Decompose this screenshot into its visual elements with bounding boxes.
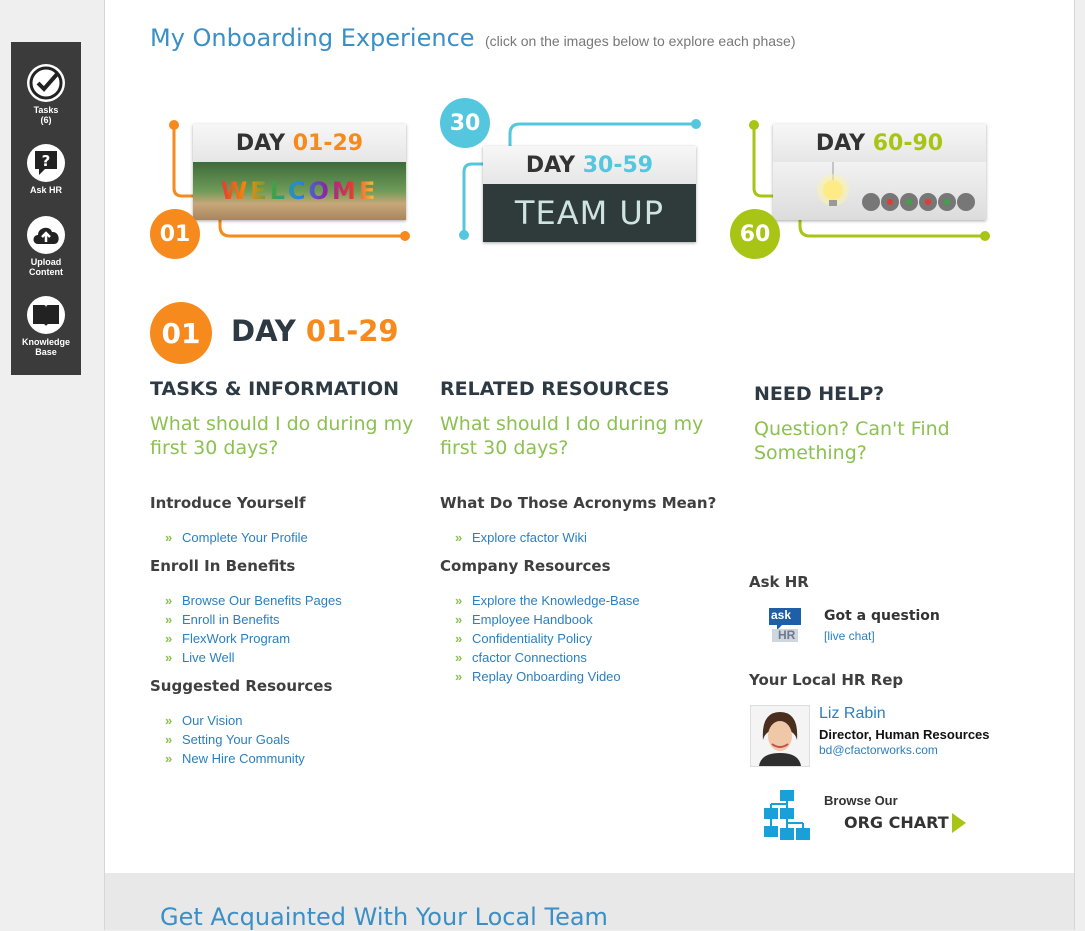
current-phase-number-circle: 01: [150, 302, 212, 364]
welcome-cups-image: WELCOME: [193, 162, 406, 220]
link-list: » Explore cfactor Wiki: [455, 528, 587, 547]
hr-rep-name[interactable]: Liz Rabin: [819, 705, 886, 723]
avatar: [750, 705, 810, 767]
image-caption-welcome: WELCOME: [220, 177, 379, 205]
link-our-vision[interactable]: » Our Vision: [165, 711, 305, 730]
day-label: DAY: [231, 314, 296, 348]
svg-text:?: ?: [42, 152, 51, 170]
org-chart-icon[interactable]: [764, 790, 810, 842]
image-caption-team-up: TEAM UP: [514, 194, 665, 232]
lightbulb-cradle-image: [773, 162, 986, 220]
sidebar-item-label-line2: Base: [35, 347, 57, 357]
current-phase-title: DAY 01-29: [231, 314, 399, 348]
help-question: Question? Can't Find Something?: [754, 418, 950, 464]
ask-hr-title: Ask HR: [749, 573, 809, 591]
phase-number-circle: 60: [730, 209, 780, 259]
bottom-section-heading: Get Acquainted With Your Local Team: [160, 903, 608, 931]
section-title-suggested-resources: Suggested Resources: [150, 677, 333, 695]
link-confidentiality-policy[interactable]: » Confidentiality Policy: [455, 629, 640, 648]
phase-number-circle: 01: [150, 209, 200, 259]
browse-our-label: Browse Our: [824, 793, 898, 808]
hr-rep-email[interactable]: bd@cfactorworks.com: [819, 743, 938, 757]
live-chat-link[interactable]: [live chat]: [824, 629, 875, 643]
team-up-chalkboard-image: TEAM UP: [483, 184, 696, 242]
ask-hr-question-icon: ?: [27, 144, 65, 182]
link-browse-benefits[interactable]: » Browse Our Benefits Pages: [165, 591, 342, 610]
sidebar-item-knowledge-base[interactable]: Knowledge Base: [11, 296, 81, 357]
sidebar-item-label-line1: Upload: [30, 257, 62, 267]
link-enroll-benefits[interactable]: » Enroll in Benefits: [165, 610, 342, 629]
tasks-question: What should I do during my first 30 days…: [150, 413, 414, 459]
day-range: 01-29: [305, 314, 399, 348]
sidebar-item-label: Ask HR: [29, 185, 62, 195]
hr-logo-text: HR: [778, 628, 796, 642]
link-list: » Complete Your Profile: [165, 528, 308, 547]
org-chart-link[interactable]: ORG CHART: [844, 813, 949, 832]
page-subtitle: (click on the images below to explore ea…: [484, 33, 796, 49]
help-heading: NEED HELP?: [754, 383, 885, 405]
cloud-upload-icon: [27, 216, 65, 254]
phase-thumbnail[interactable]: DAY 30-59 TEAM UP: [483, 146, 696, 242]
sidebar-item-label-line1: Knowledge: [21, 337, 70, 347]
page-title-text: My Onboarding Experience: [150, 24, 475, 52]
phase-day-title: DAY 30-59: [483, 146, 696, 184]
link-new-hire-community[interactable]: » New Hire Community: [165, 749, 305, 768]
day-label: DAY: [525, 153, 576, 178]
link-live-well[interactable]: » Live Well: [165, 648, 342, 667]
phase-card-day-30-59[interactable]: 30 DAY 30-59 TEAM UP: [440, 98, 705, 248]
sidebar-item-label: Tasks: [33, 105, 59, 115]
day-range: 01-29: [292, 131, 364, 156]
resources-heading: RELATED RESOURCES: [440, 378, 670, 400]
section-title-acronyms: What Do Those Acronyms Mean?: [440, 494, 717, 512]
got-a-question-label: Got a question: [824, 608, 940, 624]
link-list: » Our Vision » Setting Your Goals » New Hir…: [165, 711, 305, 768]
left-sidebar: Tasks (6) ? Ask HR Upload Content Knowle…: [11, 42, 81, 375]
tasks-count-badge: (6): [40, 115, 52, 125]
hr-rep-role: Director, Human Resources: [819, 727, 990, 742]
link-flexwork-program[interactable]: » FlexWork Program: [165, 629, 342, 648]
phase-thumbnail[interactable]: DAY 60-90: [773, 124, 986, 220]
sidebar-item-upload-content[interactable]: Upload Content: [11, 216, 81, 277]
phase-thumbnail[interactable]: DAY 01-29 WELCOME: [193, 124, 406, 220]
sidebar-item-ask-hr[interactable]: ? Ask HR: [11, 144, 81, 195]
phase-day-title: DAY 60-90: [773, 124, 986, 162]
link-replay-onboarding-video[interactable]: » Replay Onboarding Video: [455, 667, 640, 686]
day-label: DAY: [235, 131, 286, 156]
ask-logo-text: ask: [771, 608, 792, 622]
phase-card-day-60-90[interactable]: DAY 60-90 60: [730, 118, 995, 263]
tasks-check-icon: [27, 64, 65, 102]
link-employee-handbook[interactable]: » Employee Handbook: [455, 610, 640, 629]
ask-hr-logo-icon[interactable]: ask HR: [768, 607, 802, 643]
lightbulb-icon: [817, 162, 975, 211]
link-setting-goals[interactable]: » Setting Your Goals: [165, 730, 305, 749]
link-explore-wiki[interactable]: » Explore cfactor Wiki: [455, 528, 587, 547]
link-list: » Explore the Knowledge-Base » Employee Ha…: [455, 591, 640, 686]
phase-day-title: DAY 01-29: [193, 124, 406, 162]
day-range: 30-59: [582, 153, 654, 178]
book-icon: [27, 296, 65, 334]
local-hr-rep-title: Your Local HR Rep: [749, 671, 904, 689]
phase-card-day-01-29[interactable]: DAY 01-29 WELCOME 01: [150, 118, 415, 263]
sidebar-item-label-line2: Content: [29, 267, 63, 277]
link-cfactor-connections[interactable]: » cfactor Connections: [455, 648, 640, 667]
section-title-enroll-in-benefits: Enroll In Benefits: [150, 557, 296, 575]
day-range: 60-90: [872, 131, 944, 156]
day-label: DAY: [815, 131, 866, 156]
section-title-company-resources: Company Resources: [440, 557, 611, 575]
link-complete-profile[interactable]: » Complete Your Profile: [165, 528, 308, 547]
section-title-introduce-yourself: Introduce Yourself: [150, 494, 306, 512]
link-list: » Browse Our Benefits Pages » Enroll in Be…: [165, 591, 342, 667]
sidebar-item-tasks[interactable]: Tasks (6): [11, 64, 81, 125]
link-knowledge-base[interactable]: » Explore the Knowledge-Base: [455, 591, 640, 610]
play-arrow-icon[interactable]: [952, 813, 966, 833]
page-title: My Onboarding Experience (click on the i…: [150, 24, 796, 52]
tasks-heading: TASKS & INFORMATION: [150, 378, 400, 400]
resources-question: What should I do during my first 30 days…: [440, 413, 704, 459]
phase-number-circle: 30: [440, 98, 490, 148]
